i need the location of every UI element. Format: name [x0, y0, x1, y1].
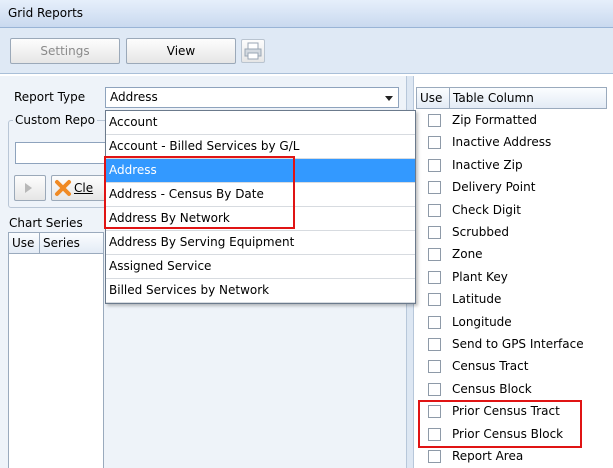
table-column-label: Latitude: [452, 292, 502, 307]
table-column-row: Zip Formatted: [415, 110, 613, 132]
apply-button[interactable]: [14, 175, 46, 201]
window-title: Grid Reports: [8, 6, 84, 20]
table-column-label: Census Tract: [452, 359, 529, 374]
arrow-right-icon: [25, 183, 32, 193]
table-column-row: Prior Census Block: [415, 424, 613, 446]
table-column-label: Check Digit: [452, 202, 521, 217]
print-icon: [244, 42, 262, 60]
report-type-dropdown[interactable]: Account Account - Billed Services by G/L A…: [105, 110, 416, 304]
chart-series-title: Chart Series: [9, 216, 83, 230]
clear-button-label: Cle: [74, 181, 94, 195]
table-column-label: Longitude: [452, 314, 512, 329]
toolbar: Settings View: [0, 28, 613, 74]
report-type-label: Report Type: [14, 90, 86, 104]
chart-series-grid: [8, 254, 104, 468]
chart-series-header-series[interactable]: Series: [39, 232, 104, 254]
dropdown-option[interactable]: Address - Census By Date: [106, 183, 415, 207]
report-type-value: Address: [110, 90, 158, 104]
view-button[interactable]: View: [126, 38, 236, 64]
clear-button[interactable]: Cle: [51, 175, 111, 201]
use-checkbox[interactable]: [428, 450, 441, 463]
table-column-label: Prior Census Block: [452, 426, 564, 441]
table-column-row: Send to GPS Interface: [415, 334, 613, 356]
table-column-label: Prior Census Tract: [452, 404, 560, 419]
table-column-label: Census Block: [452, 381, 532, 396]
custom-report-group-title: Custom Repo: [13, 113, 97, 127]
table-columns-header-name[interactable]: Table Column: [449, 87, 607, 109]
table-column-label: Inactive Zip: [452, 157, 523, 172]
table-column-row: Inactive Zip: [415, 155, 613, 177]
use-checkbox[interactable]: [428, 226, 441, 239]
use-checkbox[interactable]: [428, 181, 441, 195]
print-button[interactable]: [241, 39, 265, 63]
use-checkbox[interactable]: [428, 203, 441, 217]
use-checkbox[interactable]: [428, 158, 441, 172]
table-column-label: Zip Formatted: [452, 113, 537, 127]
chevron-down-icon[interactable]: [385, 96, 393, 101]
table-column-row: Latitude: [415, 289, 613, 311]
dropdown-option[interactable]: Assigned Service: [106, 255, 415, 279]
table-column-label: Inactive Address: [452, 135, 552, 150]
table-column-row: Report Area: [415, 446, 613, 468]
table-column-label: Plant Key: [452, 269, 508, 284]
table-column-label: Scrubbed: [452, 225, 509, 239]
dropdown-option[interactable]: Address By Network: [106, 207, 415, 231]
table-column-label: Zone: [452, 247, 483, 262]
table-column-row: Check Digit: [415, 200, 613, 222]
table-column-row: Zone: [415, 244, 613, 266]
report-type-select[interactable]: Address: [105, 87, 399, 108]
settings-button[interactable]: Settings: [10, 38, 120, 64]
custom-report-input[interactable]: [15, 142, 110, 164]
table-column-row: Prior Census Tract: [415, 401, 613, 423]
use-checkbox[interactable]: [428, 405, 441, 419]
use-checkbox[interactable]: [428, 136, 441, 150]
use-checkbox[interactable]: [428, 360, 441, 374]
use-checkbox[interactable]: [428, 382, 441, 396]
use-checkbox[interactable]: [428, 427, 441, 441]
table-column-row: Longitude: [415, 312, 613, 334]
chart-series-header-use[interactable]: Use: [8, 232, 40, 254]
window-title-bar: Grid Reports: [0, 0, 613, 28]
dropdown-option[interactable]: Account: [106, 111, 415, 135]
table-columns-header-use[interactable]: Use: [416, 87, 450, 109]
dropdown-option[interactable]: Address By Serving Equipment: [106, 231, 415, 255]
table-column-row: Scrubbed: [415, 222, 613, 244]
use-checkbox[interactable]: [428, 270, 441, 284]
use-checkbox[interactable]: [428, 315, 441, 329]
dropdown-option[interactable]: Account - Billed Services by G/L: [106, 135, 415, 159]
use-checkbox[interactable]: [428, 248, 441, 262]
table-column-row: Plant Key: [415, 267, 613, 289]
dropdown-option[interactable]: Billed Services by Network: [106, 279, 415, 303]
dropdown-option[interactable]: Address: [106, 159, 415, 183]
table-column-label: Send to GPS Interface: [452, 337, 584, 351]
table-column-label: Report Area: [452, 449, 524, 463]
table-column-label: Delivery Point: [452, 180, 536, 195]
use-checkbox[interactable]: [428, 338, 441, 351]
table-column-row: Census Tract: [415, 356, 613, 378]
table-column-row: Census Block: [415, 379, 613, 401]
table-column-row: Inactive Address: [415, 132, 613, 154]
table-column-row: Delivery Point: [415, 177, 613, 199]
clear-x-icon: [55, 180, 71, 196]
use-checkbox[interactable]: [428, 293, 441, 307]
use-checkbox[interactable]: [428, 114, 441, 127]
